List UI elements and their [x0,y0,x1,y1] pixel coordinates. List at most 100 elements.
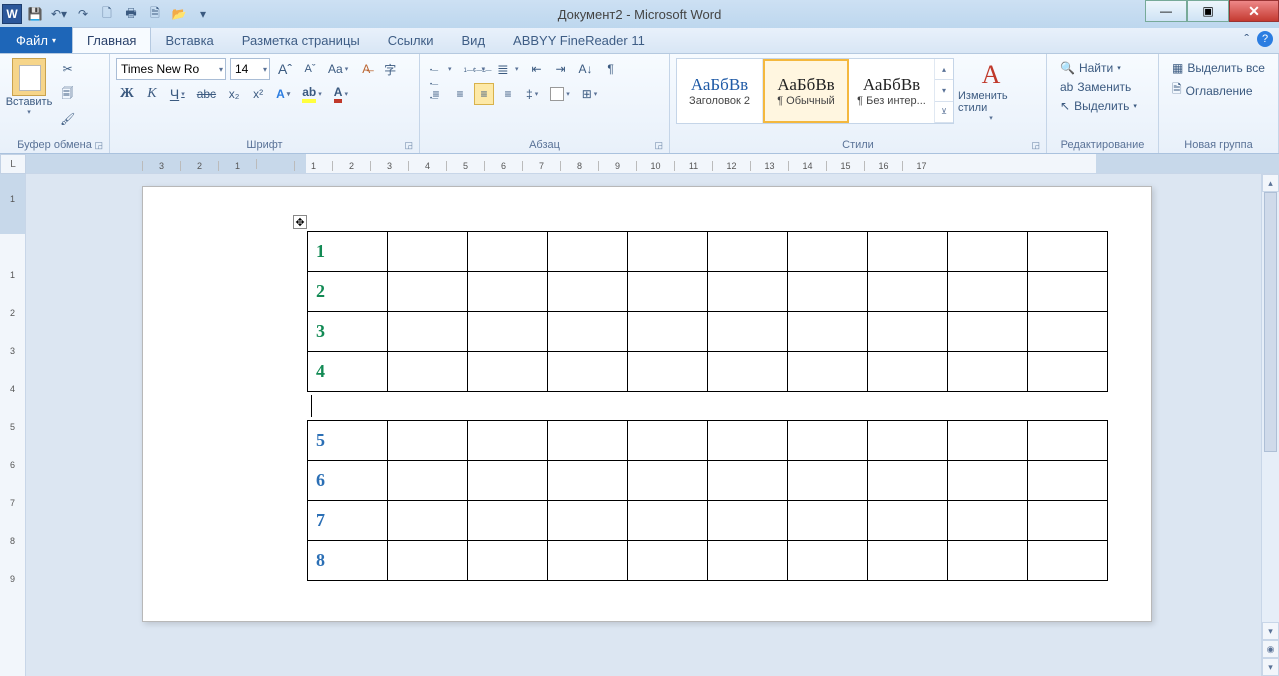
table-cell[interactable] [468,421,548,461]
table-move-handle[interactable]: ✥ [293,215,307,229]
table-cell[interactable] [628,272,708,312]
style-heading2[interactable]: АаБбВв Заголовок 2 [677,59,763,123]
format-painter-icon[interactable]: 🖌 [56,108,79,130]
doc-table-1[interactable]: 1234 [307,231,1108,392]
table-cell[interactable] [388,312,468,352]
table-cell[interactable] [388,541,468,581]
show-marks-icon[interactable]: ¶ [601,58,621,80]
table-cell[interactable] [708,272,788,312]
change-case-icon[interactable]: Aa▾ [324,58,352,80]
table-cell[interactable] [948,421,1028,461]
align-center-icon[interactable]: ≡ [450,83,470,105]
table-cell[interactable] [628,421,708,461]
grow-font-icon[interactable]: Aˆ [274,58,296,80]
document-viewport[interactable]: ✥ 1234 5678 [26,174,1261,676]
table-cell[interactable] [868,501,948,541]
table-cell[interactable]: 1 [308,232,388,272]
print-icon[interactable]: 🖶 [120,3,142,25]
table-cell[interactable] [628,232,708,272]
tab-layout[interactable]: Разметка страницы [228,27,374,53]
tab-file[interactable]: Файл▾ [0,27,72,53]
tab-selector[interactable]: L [0,154,26,174]
text-cursor-line[interactable] [311,392,1151,420]
copy-icon[interactable]: 🗐 [56,83,79,105]
numbering-icon[interactable]: ▾ [460,58,490,80]
table-cell[interactable] [868,272,948,312]
toc-button[interactable]: 🗎Оглавление [1169,79,1268,102]
table-cell[interactable] [388,232,468,272]
table-cell[interactable] [548,352,628,392]
table-cell[interactable] [788,352,868,392]
font-color-icon[interactable]: A▾ [330,83,352,105]
table-cell[interactable] [628,541,708,581]
table-cell[interactable] [948,461,1028,501]
minimize-button[interactable]: — [1145,0,1187,22]
table-cell[interactable]: 3 [308,312,388,352]
table-cell[interactable] [548,501,628,541]
help-icon[interactable]: ? [1257,31,1273,47]
align-left-icon[interactable]: ≡ [426,83,446,105]
font-size-combo[interactable]: 14▾ [230,58,270,80]
tab-abbyy[interactable]: ABBYY FineReader 11 [499,27,659,53]
redo-icon[interactable]: ↷ [72,3,94,25]
table-cell[interactable] [468,501,548,541]
font-launcher-icon[interactable]: ◲ [404,140,413,151]
table-cell[interactable] [708,232,788,272]
table-cell[interactable] [788,421,868,461]
next-page-icon[interactable]: ▾ [1262,658,1279,676]
table-cell[interactable] [468,272,548,312]
horizontal-ruler[interactable]: 3211234567891011121314151617 [26,154,1279,173]
select-button[interactable]: ↖Выделить ▾ [1057,98,1148,114]
italic-button[interactable]: К [142,83,162,105]
bold-button[interactable]: Ж [116,83,138,105]
table-cell[interactable] [548,541,628,581]
scroll-thumb[interactable] [1264,192,1277,452]
table-cell[interactable] [948,352,1028,392]
table-cell[interactable] [628,312,708,352]
text-effects-icon[interactable]: A▾ [272,83,294,105]
table-cell[interactable] [468,541,548,581]
table-cell[interactable]: 6 [308,461,388,501]
table-cell[interactable] [708,312,788,352]
table-cell[interactable] [1028,312,1108,352]
table-cell[interactable] [788,461,868,501]
preview-icon[interactable]: 🗎 [144,3,166,25]
highlight-icon[interactable]: ab▾ [298,83,326,105]
table-cell[interactable] [868,352,948,392]
table-cell[interactable] [1028,352,1108,392]
table-cell[interactable]: 5 [308,421,388,461]
bullets-icon[interactable]: ▾ [426,58,456,80]
table-cell[interactable]: 4 [308,352,388,392]
find-button[interactable]: 🔍Найти ▾ [1057,60,1148,76]
table-cell[interactable] [628,501,708,541]
table-cell[interactable] [708,421,788,461]
table-cell[interactable] [468,461,548,501]
open-icon[interactable]: 📂 [168,3,190,25]
doc-table-2[interactable]: 5678 [307,420,1108,581]
styles-gallery[interactable]: АаБбВв Заголовок 2 АаБбВв ¶ Обычный АаБб… [676,58,954,124]
table-cell[interactable] [948,272,1028,312]
vertical-ruler[interactable]: 1123456789 [0,174,26,676]
table-cell[interactable] [548,232,628,272]
table-cell[interactable] [948,232,1028,272]
table-cell[interactable]: 7 [308,501,388,541]
subscript-button[interactable]: x₂ [224,83,244,105]
table-cell[interactable] [468,352,548,392]
cut-icon[interactable]: ✂ [56,58,79,80]
scroll-down-icon[interactable]: ▾ [1262,622,1279,640]
tab-references[interactable]: Ссылки [374,27,448,53]
style-nospacing[interactable]: АаБбВв ¶ Без интер... [849,59,935,123]
table-cell[interactable] [1028,541,1108,581]
table-cell[interactable] [468,232,548,272]
multilevel-icon[interactable]: ▾ [493,58,523,80]
minimize-ribbon-icon[interactable]: ˆ [1244,31,1249,47]
table-cell[interactable]: 2 [308,272,388,312]
table-cell[interactable] [708,352,788,392]
table-cell[interactable] [708,541,788,581]
justify-icon[interactable]: ≡ [498,83,518,105]
para-launcher-icon[interactable]: ◲ [654,140,663,151]
save-icon[interactable]: 💾 [24,3,46,25]
style-normal[interactable]: АаБбВв ¶ Обычный [763,59,849,123]
superscript-button[interactable]: x² [248,83,268,105]
table-cell[interactable] [868,232,948,272]
